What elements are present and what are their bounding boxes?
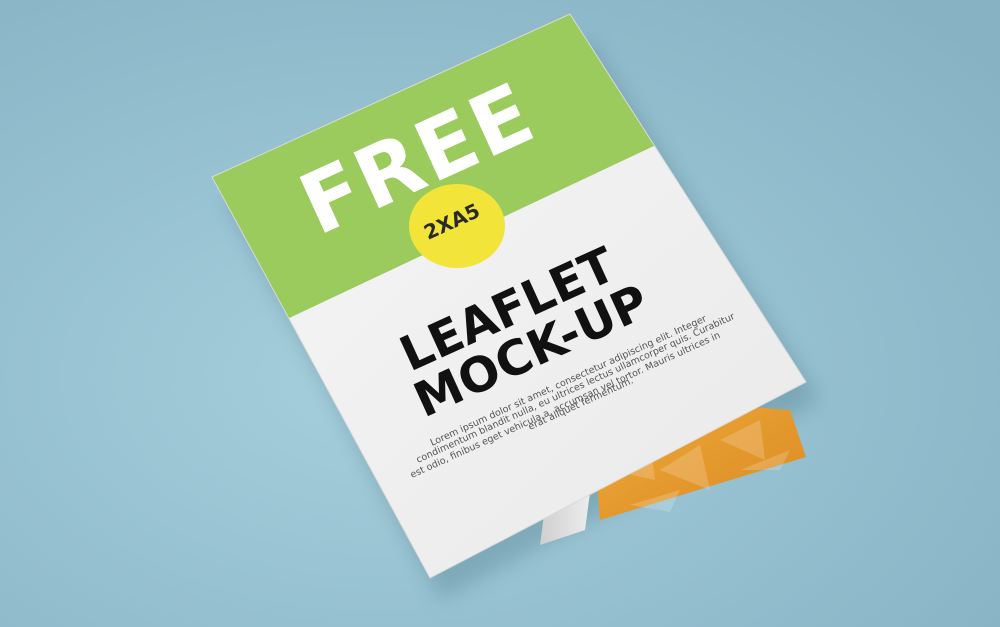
mockup-scene: FREE 2XA5 LEAFLET MOCK-UP Lorem ipsum do… [0,0,1000,627]
mockup-illustration: FREE 2XA5 LEAFLET MOCK-UP Lorem ipsum do… [0,0,1000,627]
